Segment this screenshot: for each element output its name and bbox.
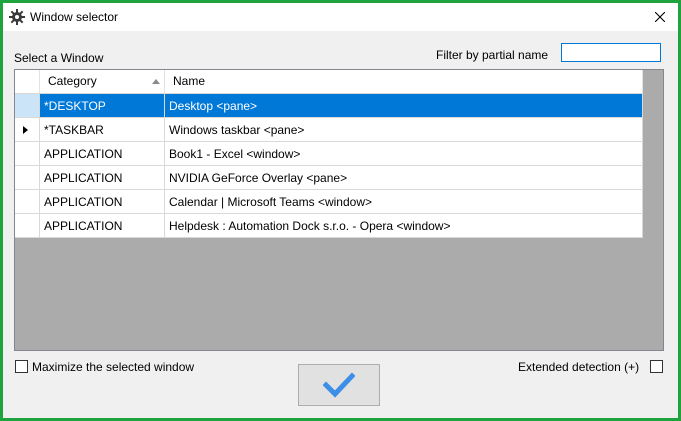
row-header[interactable] <box>15 118 40 142</box>
row-header[interactable] <box>15 214 40 238</box>
cell-name[interactable]: Desktop <pane> <box>165 94 643 118</box>
window-selector-dialog: Window selector Select a Window Filter b… <box>3 3 678 418</box>
column-header-category-label: Category <box>48 74 97 88</box>
cell-category[interactable]: *DESKTOP <box>40 94 165 118</box>
title-bar: Window selector <box>3 3 678 31</box>
sort-ascending-icon <box>152 79 160 84</box>
cell-category[interactable]: APPLICATION <box>40 214 165 238</box>
table-row[interactable]: APPLICATION Helpdesk : Automation Dock s… <box>15 214 643 238</box>
table-row[interactable]: *DESKTOP Desktop <pane> <box>15 94 643 118</box>
gear-icon <box>9 9 25 25</box>
cell-name[interactable]: NVIDIA GeForce Overlay <pane> <box>165 166 643 190</box>
close-icon <box>655 12 665 22</box>
table-row[interactable]: APPLICATION NVIDIA GeForce Overlay <pane… <box>15 166 643 190</box>
close-button[interactable] <box>642 3 678 31</box>
grid-header: Category Name <box>15 70 643 94</box>
ok-button[interactable] <box>298 364 380 406</box>
extended-detection-label[interactable]: Extended detection (+) <box>518 360 639 374</box>
cell-name[interactable]: Book1 - Excel <window> <box>165 142 643 166</box>
maximize-checkbox[interactable] <box>15 360 28 373</box>
column-header-name-label: Name <box>173 74 206 88</box>
cell-category[interactable]: APPLICATION <box>40 190 165 214</box>
cell-name[interactable]: Calendar | Microsoft Teams <window> <box>165 190 643 214</box>
extended-detection-checkbox[interactable] <box>650 360 663 373</box>
checkmark-icon <box>323 372 355 398</box>
table-row[interactable]: *TASKBAR Windows taskbar <pane> <box>15 118 643 142</box>
cell-category[interactable]: *TASKBAR <box>40 118 165 142</box>
column-header-category[interactable]: Category <box>40 70 165 93</box>
row-header[interactable] <box>15 94 40 118</box>
window-title: Window selector <box>30 10 119 24</box>
cell-name[interactable]: Windows taskbar <pane> <box>165 118 643 142</box>
column-header-name[interactable]: Name <box>165 70 643 93</box>
maximize-label[interactable]: Maximize the selected window <box>32 360 194 374</box>
filter-label: Filter by partial name <box>436 48 549 62</box>
filter-input[interactable] <box>561 43 661 62</box>
row-header[interactable] <box>15 166 40 190</box>
cell-category[interactable]: APPLICATION <box>40 166 165 190</box>
row-header[interactable] <box>15 190 40 214</box>
cell-name[interactable]: Helpdesk : Automation Dock s.r.o. - Oper… <box>165 214 643 238</box>
header-corner <box>15 70 40 93</box>
cell-category[interactable]: APPLICATION <box>40 142 165 166</box>
table-row[interactable]: APPLICATION Book1 - Excel <window> <box>15 142 643 166</box>
current-row-arrow-icon <box>23 126 28 134</box>
window-grid[interactable]: Category Name *DESKTOP Desktop <pane> *T… <box>14 69 664 351</box>
select-window-label: Select a Window <box>14 51 104 65</box>
row-header[interactable] <box>15 142 40 166</box>
table-row[interactable]: APPLICATION Calendar | Microsoft Teams <… <box>15 190 643 214</box>
